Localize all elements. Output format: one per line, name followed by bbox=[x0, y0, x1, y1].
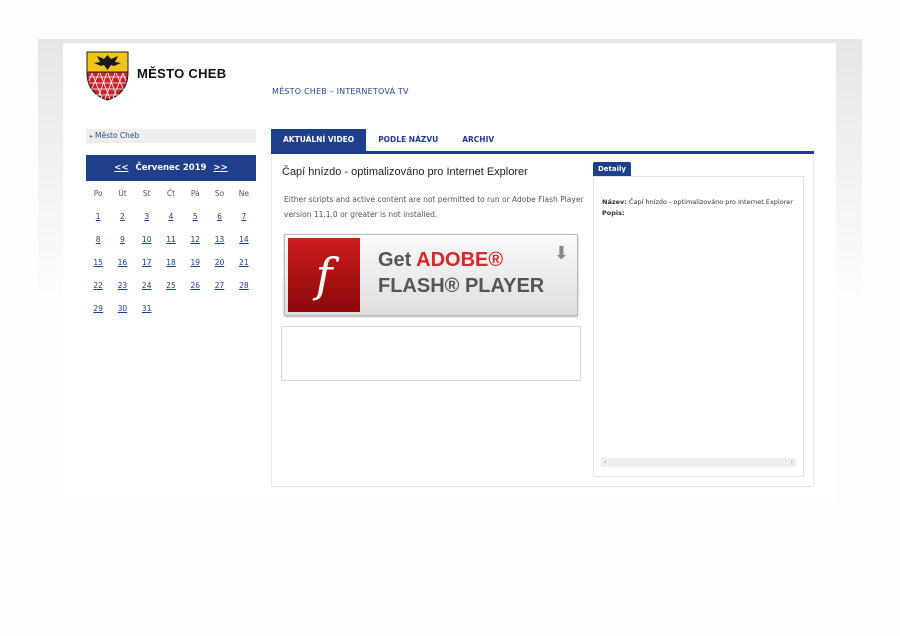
page-subtitle: MĚSTO CHEB – INTERNETOVÁ TV bbox=[272, 87, 409, 96]
sidebar-link-label: Město Cheb bbox=[95, 131, 140, 140]
tab-by-name[interactable]: PODLE NÁZVU bbox=[366, 129, 450, 151]
calendar-day[interactable]: 21 bbox=[239, 258, 249, 267]
calendar-day[interactable]: 28 bbox=[239, 281, 249, 290]
tab-details[interactable]: Detaily bbox=[593, 162, 631, 176]
calendar-day[interactable]: 20 bbox=[215, 258, 225, 267]
calendar-day[interactable]: 8 bbox=[96, 235, 101, 244]
details-panel bbox=[593, 176, 804, 477]
flash-get-text: Get ADOBE® bbox=[378, 249, 504, 271]
weekday-header: Ne bbox=[238, 188, 249, 198]
calendar-grid: Po Út St Čt Pá So Ne 1 2 3 4 5 6 7 8 9 1… bbox=[86, 181, 256, 320]
download-arrow-icon: ⬇ bbox=[553, 243, 569, 264]
weekday-header: St bbox=[142, 188, 151, 198]
calendar-week: 1 2 3 4 5 6 7 bbox=[86, 205, 256, 228]
weekday-header: So bbox=[214, 188, 225, 198]
calendar-day[interactable]: 7 bbox=[241, 212, 246, 221]
video-placeholder bbox=[281, 326, 581, 381]
calendar-day[interactable]: 3 bbox=[144, 212, 149, 221]
weekday-header: Čt bbox=[166, 188, 176, 198]
calendar-prev-button[interactable]: << bbox=[114, 163, 128, 173]
calendar-day[interactable]: 11 bbox=[166, 235, 176, 244]
calendar-day[interactable]: 19 bbox=[190, 258, 200, 267]
tab-current-video[interactable]: AKTUÁLNÍ VIDEO bbox=[271, 129, 367, 151]
calendar-day[interactable]: 24 bbox=[142, 281, 152, 290]
calendar-day[interactable]: 9 bbox=[120, 235, 125, 244]
details-horizontal-scrollbar[interactable]: ‹ › bbox=[601, 458, 796, 467]
calendar-week: 8 9 10 11 12 13 14 bbox=[86, 228, 256, 251]
details-name-label: Název: bbox=[602, 198, 627, 206]
scroll-left-icon[interactable]: ‹ bbox=[604, 459, 606, 466]
calendar-day[interactable]: 13 bbox=[215, 235, 225, 244]
calendar-header: << Červenec 2019 >> bbox=[86, 155, 256, 181]
site-brand-title[interactable]: MĚSTO CHEB bbox=[137, 66, 226, 81]
calendar-day[interactable]: 29 bbox=[93, 304, 103, 313]
flash-player-text: FLASH® PLAYER bbox=[378, 275, 545, 297]
weekday-header: Pá bbox=[190, 188, 200, 198]
weekday-header: Út bbox=[118, 188, 127, 198]
calendar-day[interactable]: 12 bbox=[190, 235, 200, 244]
calendar-day[interactable]: 31 bbox=[142, 304, 152, 313]
details-name-row: Název: Čapí hnízdo - optimalizováno pro … bbox=[602, 198, 793, 206]
calendar-day[interactable]: 23 bbox=[118, 281, 128, 290]
calendar-week: 22 23 24 25 26 27 28 bbox=[86, 274, 256, 297]
calendar-day[interactable]: 10 bbox=[142, 235, 152, 244]
calendar-week: 15 16 17 18 19 20 21 bbox=[86, 251, 256, 274]
calendar-day[interactable]: 15 bbox=[93, 258, 103, 267]
details-name-value: Čapí hnízdo - optimalizováno pro Interne… bbox=[628, 198, 793, 206]
calendar-next-button[interactable]: >> bbox=[213, 163, 227, 173]
calendar-day[interactable]: 2 bbox=[120, 212, 125, 221]
video-title: Čapí hnízdo - optimalizováno pro Interne… bbox=[282, 166, 528, 178]
calendar: << Červenec 2019 >> Po Út St Čt Pá So Ne… bbox=[86, 155, 256, 320]
calendar-week: 29 30 31 bbox=[86, 297, 256, 320]
weekday-header: Po bbox=[93, 188, 103, 198]
calendar-day[interactable]: 27 bbox=[215, 281, 225, 290]
get-flash-player-button[interactable]: f Get ADOBE® FLASH® PLAYER ⬇ bbox=[284, 234, 578, 316]
calendar-day[interactable]: 26 bbox=[190, 281, 200, 290]
calendar-day[interactable]: 17 bbox=[142, 258, 152, 267]
calendar-day[interactable]: 4 bbox=[169, 212, 174, 221]
flash-logo-icon: f bbox=[288, 238, 360, 312]
details-description-label: Popis: bbox=[602, 209, 625, 217]
calendar-day[interactable]: 6 bbox=[217, 212, 222, 221]
calendar-day[interactable]: 18 bbox=[166, 258, 176, 267]
calendar-day[interactable]: 22 bbox=[93, 281, 103, 290]
tab-bar: AKTUÁLNÍ VIDEO PODLE NÁZVU ARCHIV bbox=[271, 129, 814, 154]
cheb-coat-of-arms-logo[interactable] bbox=[86, 51, 129, 101]
calendar-day[interactable]: 1 bbox=[96, 212, 101, 221]
sidebar-link-mesto-cheb[interactable]: ▸ Město Cheb bbox=[86, 129, 256, 143]
bullet-arrow-icon: ▸ bbox=[90, 133, 94, 140]
scroll-right-icon[interactable]: › bbox=[791, 459, 793, 466]
details-description-row: Popis: bbox=[602, 209, 625, 217]
calendar-month-label: Červenec 2019 bbox=[135, 163, 207, 173]
tab-archive[interactable]: ARCHIV bbox=[450, 129, 506, 151]
calendar-day[interactable]: 14 bbox=[239, 235, 249, 244]
calendar-day[interactable]: 5 bbox=[193, 212, 198, 221]
calendar-day[interactable]: 16 bbox=[118, 258, 128, 267]
calendar-day[interactable]: 25 bbox=[166, 281, 176, 290]
calendar-day[interactable]: 30 bbox=[118, 304, 128, 313]
flash-missing-message: Either scripts and active content are no… bbox=[284, 195, 584, 219]
